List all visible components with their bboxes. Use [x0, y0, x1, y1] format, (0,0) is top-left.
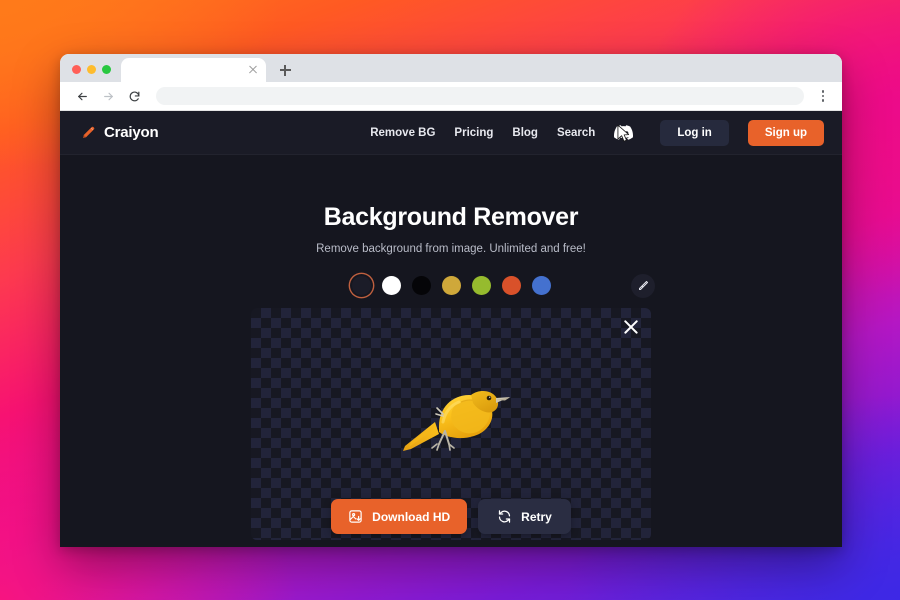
site-nav: Remove BG Pricing Blog Search Log in Sig…	[370, 119, 824, 146]
nav-item-blog[interactable]: Blog	[512, 127, 538, 139]
hero-section: Background Remover Remove background fro…	[60, 155, 842, 255]
browser-tabstrip	[60, 54, 842, 82]
discord-link[interactable]	[614, 125, 634, 140]
page-subtitle: Remove background from image. Unlimited …	[316, 243, 586, 255]
eyedropper-icon	[639, 280, 648, 290]
crayon-pencil-icon	[83, 126, 95, 138]
swatch-olive-green[interactable]	[471, 276, 491, 295]
swatch-white[interactable]	[381, 276, 401, 295]
retry-label: Retry	[521, 509, 552, 524]
site-header: Craiyon Remove BG Pricing Blog Search Lo…	[60, 111, 842, 155]
swatch-red-orange[interactable]	[501, 276, 521, 295]
site-logo[interactable]: Craiyon	[80, 124, 159, 141]
address-bar[interactable]	[156, 87, 804, 105]
eyedropper-button[interactable]	[631, 273, 655, 298]
maximize-window-button[interactable]	[102, 65, 111, 74]
reload-button[interactable]	[122, 84, 146, 108]
result-image	[403, 391, 510, 451]
image-download-icon	[349, 510, 362, 523]
nav-item-remove-bg[interactable]: Remove BG	[370, 127, 435, 139]
nav-item-pricing[interactable]: Pricing	[454, 127, 493, 139]
action-buttons: Download HD Retry	[251, 499, 651, 534]
discord-icon	[614, 125, 634, 140]
download-hd-button[interactable]: Download HD	[331, 499, 468, 534]
page-content: Craiyon Remove BG Pricing Blog Search Lo…	[60, 111, 842, 547]
retry-button[interactable]: Retry	[478, 499, 571, 534]
nav-item-search[interactable]: Search	[557, 127, 595, 139]
signup-button[interactable]: Sign up	[747, 119, 824, 146]
arrow-right-icon	[103, 92, 113, 100]
new-tab-icon[interactable]	[272, 58, 298, 82]
tab-close-icon[interactable]	[247, 64, 259, 76]
close-window-button[interactable]	[72, 65, 81, 74]
image-canvas[interactable]: Download HD Retry	[251, 308, 651, 540]
browser-tab[interactable]	[121, 58, 266, 82]
browser-toolbar	[60, 82, 842, 111]
swatch-transparent[interactable]	[351, 276, 371, 295]
login-button[interactable]: Log in	[660, 119, 729, 146]
site-logo-text: Craiyon	[104, 124, 159, 141]
minimize-window-button[interactable]	[87, 65, 96, 74]
background-color-swatches	[251, 273, 655, 298]
close-image-icon[interactable]	[622, 318, 640, 336]
download-hd-label: Download HD	[372, 509, 451, 524]
page-title: Background Remover	[323, 203, 579, 231]
reload-icon	[129, 91, 139, 101]
swatch-gold[interactable]	[441, 276, 461, 295]
arrow-left-icon	[77, 92, 87, 100]
refresh-icon	[499, 510, 511, 523]
browser-window: Craiyon Remove BG Pricing Blog Search Lo…	[60, 54, 842, 547]
window-traffic-lights	[68, 65, 121, 82]
back-button[interactable]	[70, 84, 94, 108]
swatch-black[interactable]	[411, 276, 431, 295]
browser-menu-icon[interactable]	[814, 85, 832, 107]
swatch-blue[interactable]	[531, 276, 551, 295]
forward-button[interactable]	[96, 84, 120, 108]
